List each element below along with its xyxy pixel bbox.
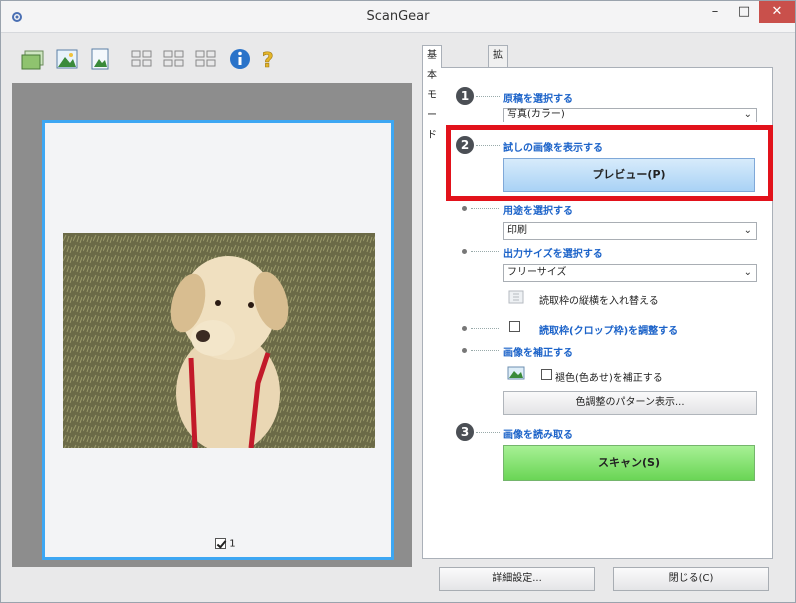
crop-checkbox[interactable] [509, 321, 520, 332]
swap-orientation-icon[interactable] [507, 289, 525, 305]
fade-correction-checkbox[interactable] [541, 369, 552, 380]
preview-button[interactable]: プレビュー(P) [503, 158, 755, 192]
preferences-button[interactable]: 詳細設定... [439, 567, 595, 591]
correct-image-title: 画像を補正する [503, 348, 573, 359]
thumbnail-grid-icon[interactable] [128, 46, 156, 72]
frame-checkbox[interactable]: 1 [215, 538, 245, 552]
sub-step-dot [462, 206, 467, 211]
output-size-title: 出力サイズを選択する [503, 249, 603, 260]
frame-number: 1 [229, 538, 236, 550]
source-select[interactable]: 写真(カラー) ⌄ [503, 108, 757, 122]
swap-orientation-label: 読取枠の縦横を入れ替える [539, 296, 659, 307]
scan-frame[interactable]: 1 [42, 120, 394, 560]
step-connector [476, 145, 500, 146]
step-connector [476, 432, 500, 433]
chevron-down-icon: ⌄ [743, 225, 752, 236]
fade-correction-label: 褪色(色あせ)を補正する [555, 373, 663, 384]
step-connector [471, 350, 499, 351]
purpose-select-value: 印刷 [507, 225, 527, 236]
chevron-down-icon: ⌄ [743, 267, 752, 278]
step-2-number: 2 [456, 136, 474, 154]
maximize-button[interactable]: □ [730, 1, 758, 23]
chevron-down-icon: ⌄ [743, 109, 752, 120]
help-icon[interactable]: ? [254, 46, 282, 72]
purpose-title: 用途を選択する [503, 206, 573, 217]
output-size-select[interactable]: フリーサイズ ⌄ [503, 264, 757, 282]
sub-step-dot [462, 348, 467, 353]
step-3-title: 画像を読み取る [503, 430, 573, 441]
basic-mode-panel: 1 原稿を選択する 写真(カラー) ⌄ 2 試しの画像を表示する プレビュー(P… [422, 67, 773, 559]
preview-image [63, 233, 375, 448]
step-connector [476, 96, 500, 97]
document-icon[interactable] [86, 46, 114, 72]
close-window-button[interactable]: ✕ [759, 1, 795, 23]
step-2-title: 試しの画像を表示する [503, 143, 603, 154]
scangear-window: ScanGear – □ ✕ ? 1 基本モード 拡 1 原稿を選択する 写真(… [0, 0, 796, 603]
tab-basic-mode[interactable]: 基本モード [422, 45, 442, 141]
preview-area[interactable]: 1 [12, 83, 412, 567]
open-image-icon[interactable] [20, 46, 48, 72]
thumbnail-grid-icon[interactable] [192, 46, 220, 72]
preview-pane: ? 1 [8, 39, 416, 567]
toolbar: ? [8, 39, 416, 79]
sub-step-dot [462, 326, 467, 331]
sub-step-dot [462, 249, 467, 254]
photo-icon[interactable] [53, 46, 81, 72]
step-1-number: 1 [456, 87, 474, 105]
purpose-select[interactable]: 印刷 ⌄ [503, 222, 757, 240]
title-bar: ScanGear – □ ✕ [1, 1, 795, 33]
frame-check-icon[interactable] [215, 538, 226, 549]
color-pattern-button[interactable]: 色調整のパターン表示... [503, 391, 757, 415]
tab-advanced-mode[interactable]: 拡張モード [488, 45, 508, 141]
thumbnail-grid-icon[interactable] [160, 46, 188, 72]
info-icon[interactable] [226, 46, 254, 72]
step-3-number: 3 [456, 423, 474, 441]
fade-correction-icon [507, 366, 525, 380]
source-select-value: 写真(カラー) [507, 109, 565, 120]
window-title: ScanGear [366, 9, 430, 24]
step-1-title: 原稿を選択する [503, 94, 573, 105]
step-connector [471, 328, 499, 329]
minimize-button[interactable]: – [701, 1, 729, 23]
step-connector [471, 251, 499, 252]
crop-label[interactable]: 読取枠(クロップ枠)を調整する [539, 322, 678, 337]
close-button[interactable]: 閉じる(C) [613, 567, 769, 591]
step-connector [471, 208, 499, 209]
svg-text:?: ? [262, 48, 274, 72]
output-size-select-value: フリーサイズ [507, 267, 567, 278]
scan-button[interactable]: スキャン(S) [503, 445, 755, 481]
